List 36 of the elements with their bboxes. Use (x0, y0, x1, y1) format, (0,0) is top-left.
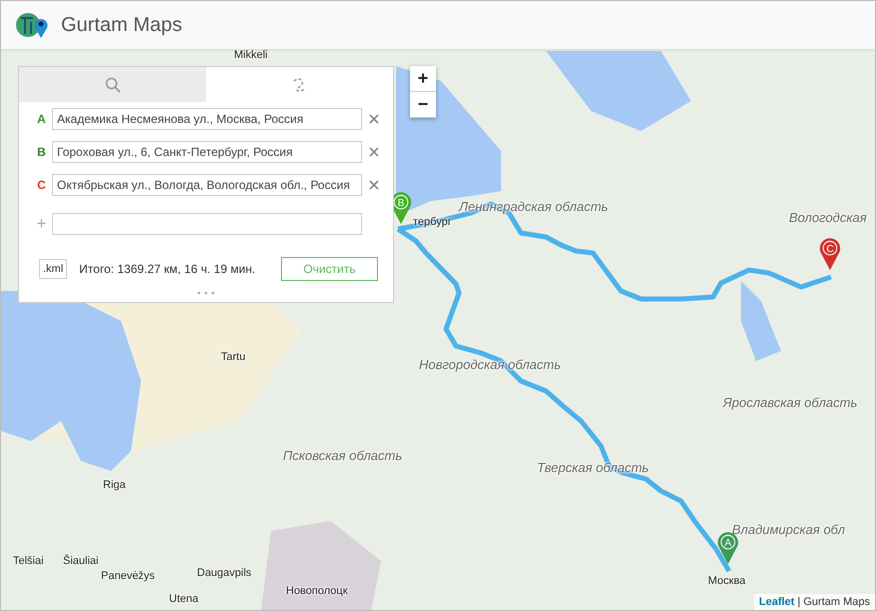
city-label: Tartu (221, 351, 246, 363)
city-label: Utena (169, 593, 198, 605)
city-label: Telšiai (13, 555, 44, 567)
address-field[interactable]: Академика Несмеянова ул., Москва, Россия (52, 108, 362, 130)
attribution-text: | Gurtam Maps (797, 596, 870, 608)
city-label: Panevėžys (101, 570, 155, 582)
zoom-in-button[interactable]: + (410, 66, 436, 92)
city-label: Šiauliai (63, 555, 98, 567)
region-label: Псковская область (283, 448, 402, 463)
address-field[interactable]: Октябрьская ул., Вологда, Вологодская обл., Россия (52, 174, 362, 196)
waypoint-letter: B (36, 145, 47, 159)
city-label: Daugavpils (197, 567, 252, 579)
map-pin[interactable]: C (819, 237, 841, 271)
leaflet-link[interactable]: Leaflet (758, 596, 794, 608)
city-label: Новополоцк (286, 585, 348, 597)
city-label: Riga (103, 479, 126, 491)
new-address-field[interactable] (52, 213, 362, 235)
close-icon (369, 180, 379, 190)
region-label: Ярославская область (723, 395, 858, 410)
region-label: Вологодская (789, 210, 867, 225)
waypoint-letter: C (36, 178, 47, 192)
city-label: Москва (708, 575, 746, 587)
search-icon (104, 76, 120, 92)
region-label: Новгородская область (419, 357, 561, 372)
city-label: Mikkeli (234, 49, 268, 61)
app-title: Gurtam Maps (61, 14, 182, 36)
kml-button[interactable]: .kml (39, 259, 68, 279)
waypoint-letter: A (36, 112, 47, 126)
map-background[interactable] (0, 0, 876, 611)
address-field[interactable]: Гороховая ул., 6, Санкт-Петербург, Россия (52, 141, 362, 163)
close-icon (369, 114, 379, 124)
zoom-out-button[interactable]: − (410, 92, 436, 118)
route-total: Итого: 1369.27 км, 16 ч. 19 мин. (79, 262, 256, 276)
logo-icon (15, 10, 49, 40)
drag-handle-icon[interactable] (197, 291, 215, 295)
close-icon (369, 147, 379, 157)
